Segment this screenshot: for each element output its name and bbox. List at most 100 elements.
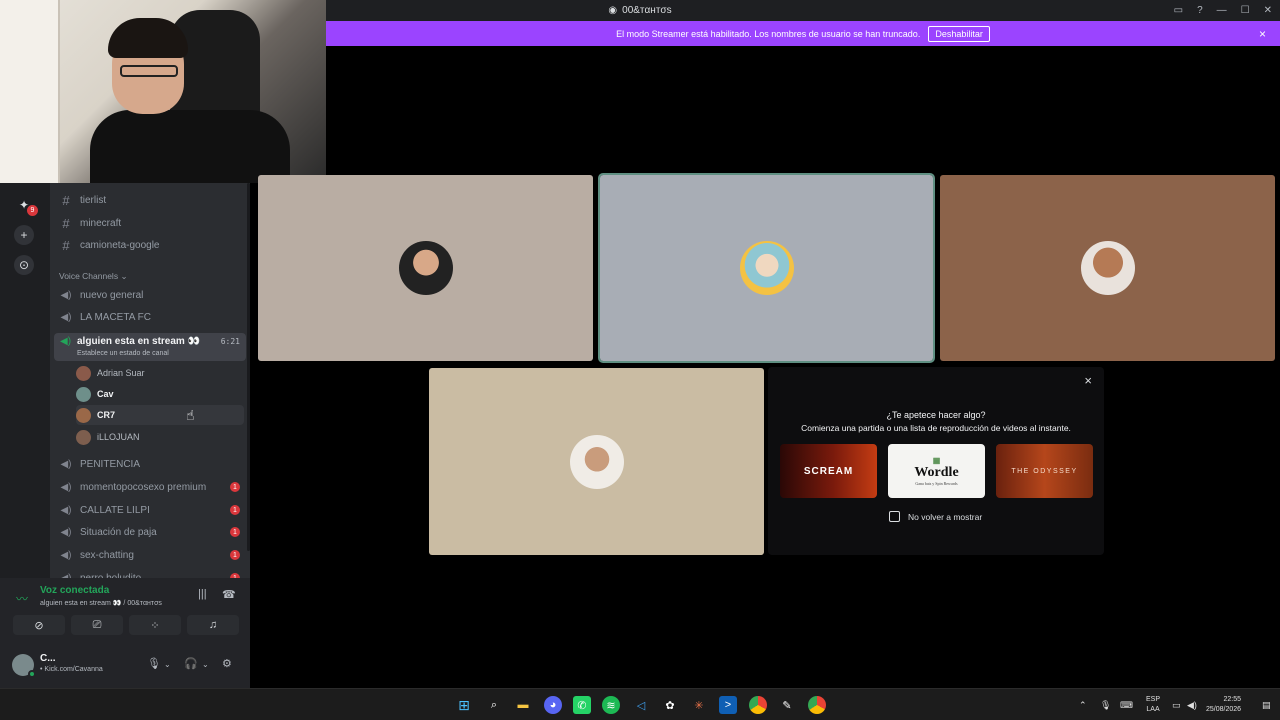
soundboard-icon: ♫ [208,619,218,631]
volume-icon[interactable]: ◀) [1187,689,1197,720]
chrome-canary-icon[interactable] [808,696,826,714]
spotify-icon[interactable]: ≋ [602,696,620,714]
activity-card-odyssey[interactable]: THE ODYSSEY [996,444,1093,498]
close-window-button[interactable]: ✕ [1264,5,1272,16]
activity-card-scream[interactable]: SCREAM [780,444,877,498]
video-tile-2[interactable] [598,173,935,363]
discover-icon[interactable]: ⊙ [14,255,34,275]
windows-start-icon[interactable]: ⊞ [455,696,473,714]
online-status-icon [28,670,36,678]
discord-icon[interactable]: ◕ [544,696,562,714]
channel-status-prompt[interactable]: Establece un estado de canal [77,350,169,357]
powershell-icon[interactable]: > [719,696,737,714]
soundboard-button[interactable]: ♫ [187,615,239,635]
banner-close-icon[interactable]: × [1259,27,1266,41]
speaker-icon: ◀) [60,549,72,561]
chrome-icon[interactable] [749,696,767,714]
voice-category-header[interactable]: Voice Channels ⌄ [59,271,128,282]
file-explorer-icon[interactable]: ▬ [514,696,532,714]
app-icon[interactable]: ✎ [778,696,796,714]
chevron-down-icon[interactable]: ⌄ [164,660,171,669]
noise-suppression-icon[interactable]: ||| [198,588,207,600]
chatgpt-icon[interactable]: ✿ [661,696,679,714]
inbox-icon[interactable]: ▭ [1174,5,1183,16]
screen-share-icon: ⎚ [92,618,102,631]
signal-icon[interactable]: 〰 [16,590,28,607]
minimize-button[interactable]: — [1217,5,1227,16]
video-tile-3[interactable] [940,175,1275,361]
unread-badge: 1 [230,482,240,492]
mouse-pointer-icon: ☝ [186,407,195,423]
disconnect-icon[interactable]: ☎ [222,588,236,601]
channel-label: LA MACETA FC [80,311,151,323]
camera-off-icon: ⊘ [34,619,44,632]
network-icon[interactable]: ▭ [1172,689,1181,720]
language-top: ESP [1146,696,1161,703]
voice-user-adrian[interactable]: Adrian Suar [76,363,244,383]
card-label: Wordle [914,465,959,480]
voice-channel-situacion[interactable]: ◀) Situación de paja 1 [54,522,246,542]
stream-timer: 6:21 [220,337,240,346]
voice-connected-label[interactable]: Voz conectada [40,585,109,596]
tray-keyboard-icon[interactable]: ⌨ [1120,689,1133,720]
maximize-button[interactable]: ☐ [1241,5,1250,16]
disable-streamer-button[interactable]: Deshabilitar [928,25,990,42]
speaker-active-icon: ◀) [60,336,72,347]
add-server-icon[interactable]: + [14,225,34,245]
help-icon[interactable]: ? [1197,5,1203,16]
claude-icon[interactable]: ✳ [690,696,708,714]
chevron-down-icon[interactable]: ⌄ [202,660,209,669]
text-channel-minecraft[interactable]: # minecraft [54,213,246,233]
search-icon[interactable]: ⌕ [485,696,503,714]
voice-user-name: iLLOJUAN [97,432,140,442]
video-tile-4[interactable] [429,368,764,555]
avatar [76,407,91,423]
sidebar-scrollbar[interactable] [247,183,250,551]
vscode-icon[interactable]: ◁ [632,696,650,714]
voice-channel-sex-chatting[interactable]: ◀) sex-chatting 1 [54,545,246,565]
activity-card-wordle[interactable]: ▦ Wordle Gana bats y Spin Rewards [888,444,985,498]
text-channel-camioneta[interactable]: # camioneta-google [54,235,246,255]
speaker-icon: ◀) [60,311,72,323]
tray-mic-icon[interactable]: 🎙 [1100,689,1111,720]
active-voice-channel[interactable]: ◀) alguien esta en stream 👀 Establece un… [54,333,246,361]
activities-icon: ⁘ [150,619,160,632]
voice-channel-nuevo-general[interactable]: ◀) nuevo general [54,285,246,305]
voice-channel-la-maceta[interactable]: ◀) LA MACETA FC [54,307,246,327]
voice-channel-callate[interactable]: ◀) CALLATE LILPI 1 [54,500,246,520]
text-channel-tierlist[interactable]: # tierlist [54,190,246,210]
window-controls: ▭ ? — ☐ ✕ [1174,0,1272,21]
channel-label: sex-chatting [80,549,134,561]
voice-user-cr7[interactable]: CR7 [76,405,244,425]
voice-user-cav[interactable]: Cav [76,384,244,404]
channel-label: Situación de paja [80,526,157,538]
unread-badge: 1 [230,527,240,537]
language-indicator[interactable]: ESP LAA [1146,695,1160,715]
tray-overflow-icon[interactable]: ⌃ [1079,689,1087,720]
voice-user-illojuan[interactable]: iLLOJUAN [76,427,244,447]
notifications-icon[interactable]: ▤ [1262,689,1271,720]
user-name[interactable]: C... [40,653,56,664]
clock-date: 25/08/2026 [1206,706,1242,713]
hash-icon: # [62,192,70,208]
voice-connected-channel[interactable]: alguien esta en stream 👀 / 00&тαнтσѕ [40,599,162,607]
camera-off-button[interactable]: ⊘ [13,615,65,635]
voice-channel-momento[interactable]: ◀) momentopocosexo premium 1 [54,477,246,497]
channel-sidebar: # tierlist # minecraft # camioneta-googl… [50,183,250,583]
activities-button[interactable]: ⁘ [129,615,181,635]
system-clock[interactable]: 22:55 25/08/2026 [1206,695,1241,715]
microphone-icon[interactable]: 🎙 [147,657,161,670]
video-tile-1[interactable] [258,175,593,361]
screen-share-button[interactable]: ⎚ [71,615,123,635]
voice-channel-penitencia[interactable]: ◀) PENITENCIA [54,454,246,474]
server-icon: ◉ [608,5,618,16]
settings-gear-icon[interactable]: ⚙ [222,657,232,670]
speaker-icon: ◀) [60,526,72,538]
dont-show-label[interactable]: No volver a mostrar [908,512,982,522]
headphones-icon[interactable]: 🎧 [184,657,198,670]
webcam-person-body [90,110,290,183]
whatsapp-icon[interactable]: ✆ [573,696,591,714]
close-icon[interactable]: × [1084,373,1092,388]
voice-user-name: Cav [97,389,114,399]
dont-show-checkbox[interactable] [889,511,900,522]
